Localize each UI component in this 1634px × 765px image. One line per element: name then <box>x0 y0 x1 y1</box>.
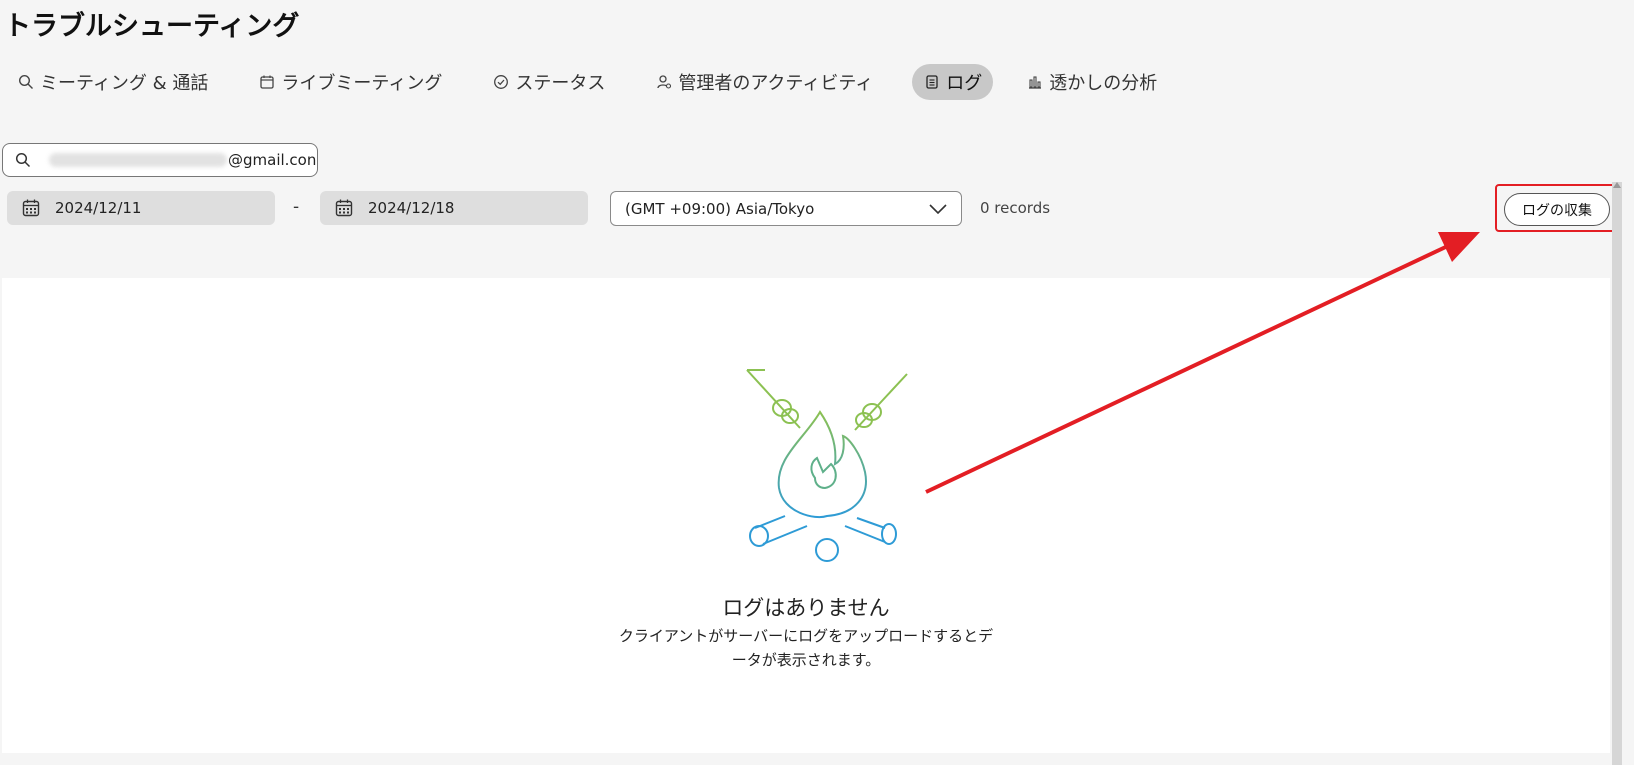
start-date-field[interactable]: 2024/12/11 <box>7 191 275 225</box>
chevron-down-icon <box>929 200 947 218</box>
empty-state-description-line: ータが表示されます。 <box>731 651 881 669</box>
calendar-icon <box>21 198 41 218</box>
calendar-icon <box>258 73 276 91</box>
check-circle-icon <box>492 73 510 91</box>
empty-state-description: クライアントがサーバーにログをアップロードするとデ ータが表示されます。 <box>610 624 1002 672</box>
campfire-illustration-icon <box>746 369 908 562</box>
tab-watermark-analysis[interactable]: 透かしの分析 <box>1015 64 1168 100</box>
empty-state-title: ログはありません <box>722 596 890 620</box>
search-icon <box>15 149 37 171</box>
scroll-up-arrow-icon[interactable] <box>1613 182 1621 188</box>
bar-chart-icon <box>1026 73 1044 91</box>
search-icon <box>17 73 35 91</box>
tab-logs[interactable]: ログ <box>912 64 994 100</box>
calendar-icon <box>334 198 354 218</box>
tab-label: 透かしの分析 <box>1049 73 1158 94</box>
tab-admin-activity[interactable]: 管理者のアクティビティ <box>644 64 884 100</box>
start-date-value: 2024/12/11 <box>55 199 142 217</box>
search-value: @gmail.con <box>228 151 317 169</box>
timezone-value: (GMT +09:00) Asia/Tokyo <box>625 199 815 218</box>
document-icon <box>923 73 941 91</box>
search-input[interactable]: @gmail.con <box>2 143 318 177</box>
tab-bar: ミーティング & 通話 ライブミーティング ステータス 管理者のアクティビティ … <box>6 64 1196 100</box>
empty-state-description-line: クライアントがサーバーにログをアップロードするとデ <box>618 627 994 645</box>
tab-label: ライブミーティング <box>281 73 443 94</box>
tab-live-meetings[interactable]: ライブミーティング <box>247 64 453 100</box>
timezone-select[interactable]: (GMT +09:00) Asia/Tokyo <box>610 191 962 226</box>
end-date-field[interactable]: 2024/12/18 <box>320 191 588 225</box>
page-title: トラブルシューティング <box>4 11 300 42</box>
tab-label: ミーティング & 通話 <box>40 73 209 94</box>
end-date-value: 2024/12/18 <box>368 199 455 217</box>
tab-status[interactable]: ステータス <box>481 64 616 100</box>
tab-label: 管理者のアクティビティ <box>678 73 874 94</box>
admin-user-icon <box>655 73 673 91</box>
redacted-email-text <box>49 153 227 167</box>
tab-label: ログ <box>946 73 983 94</box>
tab-meetings-calls[interactable]: ミーティング & 通話 <box>6 64 219 100</box>
scrollbar[interactable] <box>1612 182 1622 765</box>
records-count: 0 records <box>980 199 1051 217</box>
date-range-separator: - <box>293 197 300 217</box>
collect-logs-button[interactable]: ログの収集 <box>1504 193 1610 226</box>
tab-label: ステータス <box>515 73 606 94</box>
